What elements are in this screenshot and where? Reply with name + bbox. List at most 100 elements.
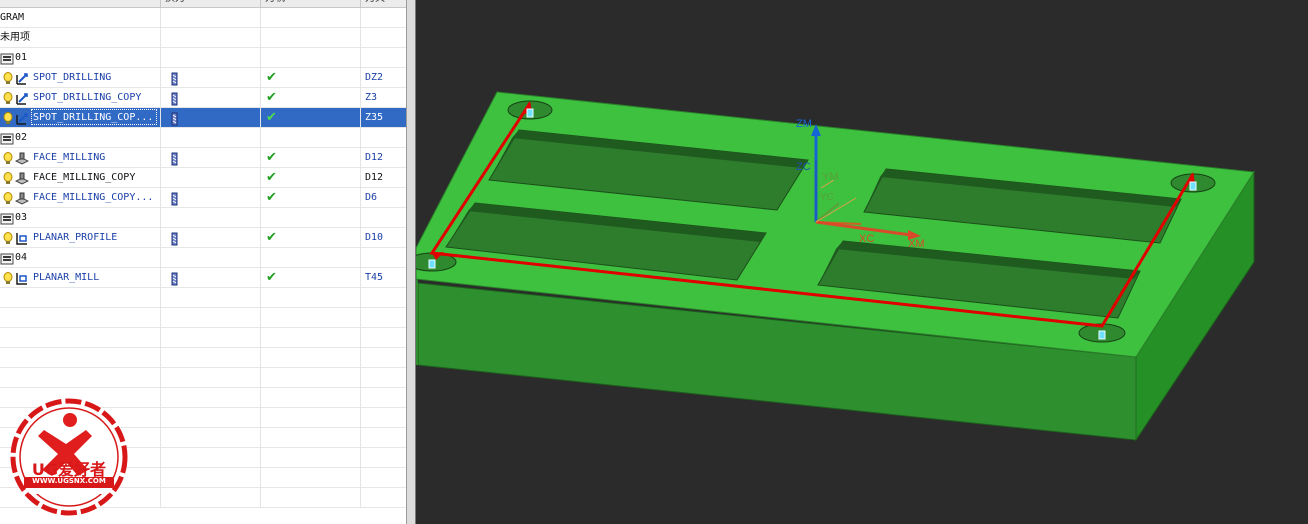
name-cell: 04 [0,248,161,268]
tool-name: D12 [365,172,384,183]
empty-cell [261,448,361,468]
axis-label-xc: XC [859,233,874,245]
row-name: 03 [15,212,28,223]
toolpath-ok-check-icon: ✔ [266,90,277,105]
operation-row[interactable]: PLANAR_PROFILE ✔ D10 [0,228,406,248]
column-header-tool-change[interactable]: 换刀 [161,0,261,7]
toolpath-cell: ✔ [261,228,361,248]
operation-row[interactable]: SPOT_DRILLING_COP... ✔ Z35 [0,108,406,128]
program-row[interactable]: 02 [0,128,406,148]
axis-label-yc: YC [820,192,834,203]
row-name: 04 [15,252,28,263]
tool-cell [361,8,406,28]
empty-cell [361,408,406,428]
operation-row[interactable]: FACE_MILLING ✔ D12 [0,148,406,168]
column-header-tool[interactable]: 刀具 [361,0,406,7]
operation-row[interactable]: SPOT_DRILLING ✔ DZ2 [0,68,406,88]
name-cell: FACE_MILLING_COPY [0,168,161,188]
operation-row[interactable]: SPOT_DRILLING_COPY ✔ Z3 [0,88,406,108]
group-row[interactable]: 未用项 [0,28,406,48]
name-cell: 03 [0,208,161,228]
program-row[interactable]: 03 [0,208,406,228]
program-row[interactable]: 01 [0,48,406,68]
program-row[interactable]: 04 [0,248,406,268]
tool-change-cell [161,228,261,248]
panel-splitter[interactable] [406,0,416,524]
empty-cell [161,428,261,448]
axis-label-zc: ZC [796,161,811,173]
tool-name: Z3 [365,92,378,103]
empty-cell [361,428,406,448]
row-name: SPOT_DRILLING [33,72,112,83]
operation-row[interactable]: FACE_MILLING_COPY ✔ D12 [0,168,406,188]
row-name: SPOT_DRILLING_COP... [33,112,154,123]
row-name: SPOT_DRILLING_COPY [33,92,142,103]
row-name: FACE_MILLING_COPY... [33,192,154,203]
empty-cell [0,348,161,368]
tool-change-cell [161,268,261,288]
tool-cell [361,48,406,68]
empty-cell [161,288,261,308]
empty-cell [0,308,161,328]
empty-cell [261,468,361,488]
empty-cell [261,328,361,348]
tool-name: D10 [365,232,384,243]
row-name: FACE_MILLING_COPY [33,172,136,183]
tool-cell [361,248,406,268]
tool-cell: DZ2 [361,68,406,88]
toolpath-ok-check-icon: ✔ [266,150,277,165]
empty-cell [361,468,406,488]
name-cell: 02 [0,128,161,148]
empty-cell [161,308,261,328]
toolpath-ok-check-icon: ✔ [266,270,277,285]
name-cell: 01 [0,48,161,68]
tool-name: T45 [365,272,384,283]
tool-change-cell [161,48,261,68]
tool-change-cell [161,188,261,208]
empty-cell [261,408,361,428]
empty-cell [161,448,261,468]
group-row[interactable]: GRAM [0,8,406,28]
empty-cell [261,288,361,308]
toolpath-cell [261,128,361,148]
empty-cell [161,408,261,428]
tool-cell [361,28,406,48]
row-name: FACE_MILLING [33,152,106,163]
empty-cell [261,348,361,368]
empty-row [0,288,406,308]
empty-cell [261,488,361,508]
column-header-name[interactable] [0,0,161,7]
graphics-viewport[interactable]: ZM ZC YM YC XC XM [416,0,1308,524]
operation-row[interactable]: PLANAR_MILL ✔ T45 [0,268,406,288]
row-name: 02 [15,132,28,143]
tool-change-cell [161,8,261,28]
toolpath-cell [261,48,361,68]
empty-cell [161,328,261,348]
tool-cell: Z35 [361,108,406,128]
row-name: 01 [15,52,28,63]
toolpath-cell: ✔ [261,168,361,188]
watermark-url: WWW.UGSNX.COM [24,477,114,488]
row-name: 未用项 [0,32,30,43]
column-header-toolpath[interactable]: 刀轨 [261,0,361,7]
toolpath-cell [261,208,361,228]
empty-row [0,348,406,368]
name-cell: 未用项 [0,28,161,48]
operation-row[interactable]: FACE_MILLING_COPY... ✔ D6 [0,188,406,208]
name-cell: SPOT_DRILLING [0,68,161,88]
toolpath-ok-check-icon: ✔ [266,230,277,245]
toolpath-ok-check-icon: ✔ [266,190,277,205]
tool-name: D6 [365,192,378,203]
tool-change-cell [161,88,261,108]
tool-name: D12 [365,152,384,163]
name-cell: SPOT_DRILLING_COPY [0,88,161,108]
tool-cell: D6 [361,188,406,208]
toolpath-cell: ✔ [261,108,361,128]
row-name: GRAM [0,12,25,23]
empty-cell [261,368,361,388]
tool-cell: D12 [361,148,406,168]
watermark-logo: UG爱好者 WWW.UGSNX.COM [8,396,130,518]
empty-cell [161,468,261,488]
empty-cell [361,488,406,508]
tool-cell: T45 [361,268,406,288]
